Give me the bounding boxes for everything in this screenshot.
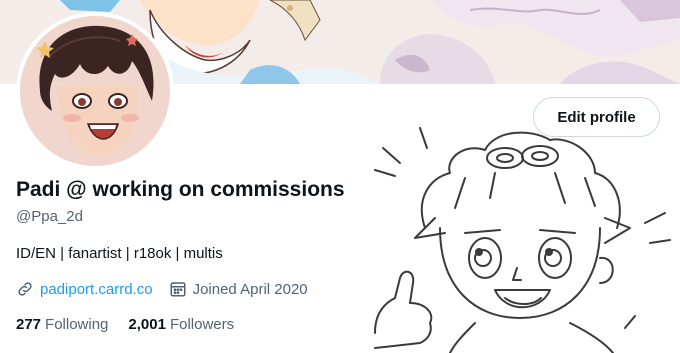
followers-link[interactable]: 2,001 Followers	[128, 316, 234, 333]
following-count: 277	[16, 316, 42, 333]
link-icon	[16, 280, 34, 298]
background-sketch	[374, 127, 671, 353]
website-link[interactable]: padiport.carrd.co	[40, 281, 153, 298]
followers-label: Followers	[169, 316, 235, 333]
username-handle: @Ppa_2d	[16, 208, 83, 225]
following-link[interactable]: 277 Following	[16, 316, 108, 333]
avatar[interactable]	[16, 12, 174, 170]
profile-meta-row: padiport.carrd.co Joined April 2020	[16, 280, 308, 298]
display-name: Padi @ working on commissions	[16, 178, 345, 201]
joined-date: Joined April 2020	[169, 280, 308, 298]
follow-stats: 277 Following 2,001 Followers	[16, 316, 254, 333]
joined-date-text: Joined April 2020	[192, 280, 308, 298]
avatar-image	[20, 16, 170, 166]
followers-count: 2,001	[128, 316, 166, 333]
following-label: Following	[45, 316, 109, 333]
calendar-icon	[169, 280, 187, 298]
profile-bio: ID/EN | fanartist | r18ok | multis	[16, 245, 223, 262]
